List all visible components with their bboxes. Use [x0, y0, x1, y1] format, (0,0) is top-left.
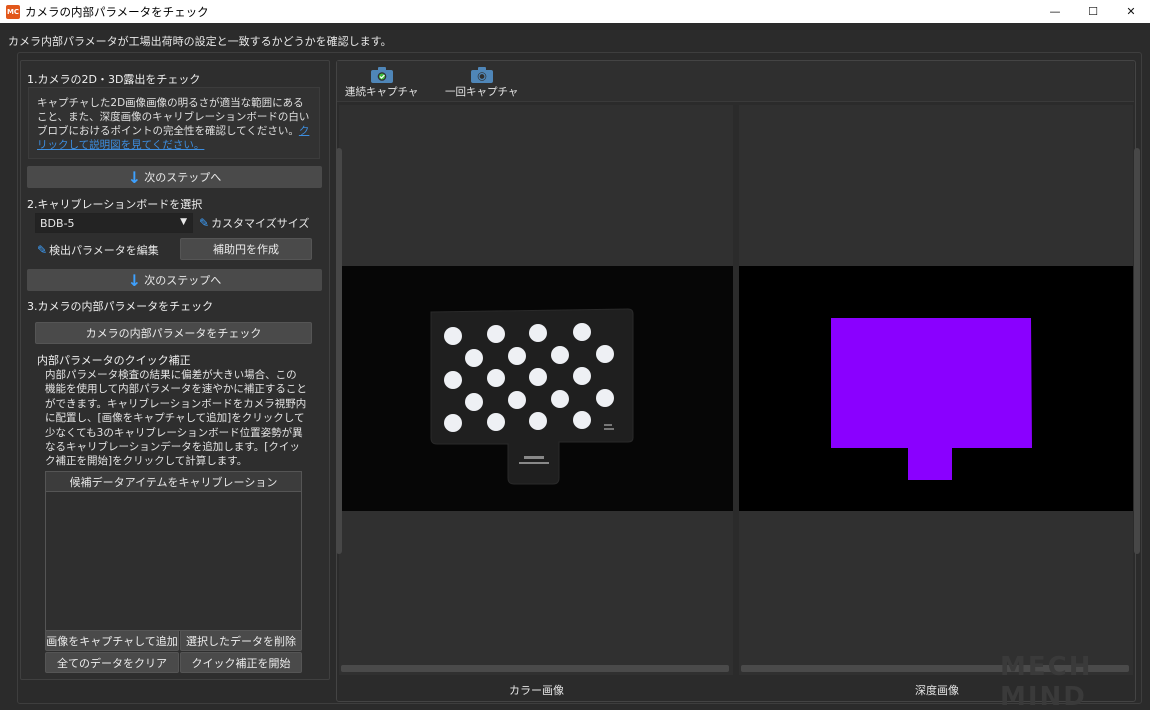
- arrow-down-icon: ↓: [127, 270, 142, 290]
- minimize-button[interactable]: —: [1036, 0, 1074, 23]
- color-image: [339, 266, 733, 511]
- single-capture-button[interactable]: 一回キャプチャ: [445, 66, 518, 99]
- depth-board-image: [739, 266, 1133, 511]
- depth-image-view[interactable]: [739, 105, 1133, 675]
- arrow-down-icon: ↓: [127, 167, 142, 187]
- custom-size-label: カスタマイズサイズ: [211, 217, 310, 230]
- edit-params-label: 検出パラメータを編集: [49, 244, 159, 257]
- next-step-button-2[interactable]: ↓ 次のステップへ: [27, 269, 322, 291]
- capture-toolbar: 連続キャプチャ 一回キャプチャ: [337, 61, 1134, 102]
- color-image-label: カラー画像: [509, 684, 564, 697]
- next-step-button-1[interactable]: ↓ 次のステップへ: [27, 166, 322, 188]
- continuous-capture-label: 連続キャプチャ: [345, 86, 419, 98]
- capture-add-button[interactable]: 画像をキャプチャして追加: [45, 630, 179, 651]
- calibration-board-image: [339, 266, 733, 511]
- depth-view-vscrollbar[interactable]: [1134, 148, 1140, 554]
- continuous-camera-icon: [370, 67, 393, 83]
- app-logo-icon: MC: [6, 4, 20, 19]
- single-capture-label: 一回キャプチャ: [445, 86, 519, 98]
- brand-watermark: MECH MIND: [1000, 652, 1093, 710]
- step1-title: 1.カメラの2D・3D露出をチェック: [27, 73, 201, 86]
- next-step-label: 次のステップへ: [144, 171, 222, 184]
- custom-size-button[interactable]: ✎ カスタマイズサイズ: [199, 215, 309, 231]
- quick-correction-title: 内部パラメータのクイック補正: [37, 354, 191, 367]
- camera-icon: [470, 67, 493, 83]
- maximize-button[interactable]: ☐: [1074, 0, 1112, 23]
- pencil-icon: ✎: [199, 216, 210, 230]
- pencil-icon: ✎: [37, 243, 48, 257]
- table-header: 候補データアイテムをキャリブレーション: [46, 472, 301, 492]
- window-title: カメラの内部パラメータをチェック: [25, 4, 209, 19]
- step2-title: 2.キャリブレーションボードを選択: [27, 198, 203, 211]
- color-view-hscrollbar[interactable]: [341, 665, 729, 672]
- create-aux-circle-button[interactable]: 補助円を作成: [180, 238, 312, 260]
- clear-all-button[interactable]: 全てのデータをクリア: [45, 652, 179, 673]
- start-quick-correction-button[interactable]: クイック補正を開始: [180, 652, 302, 673]
- calibration-data-table[interactable]: 候補データアイテムをキャリブレーション: [45, 471, 302, 631]
- depth-image: [739, 266, 1133, 511]
- chevron-down-icon: ▼: [180, 217, 187, 227]
- step1-text: キャプチャした2D画像画像の明るさが適当な範囲にあること、また、深度画像のキャリ…: [37, 97, 310, 137]
- check-intrinsics-button[interactable]: カメラの内部パラメータをチェック: [35, 322, 312, 344]
- board-select-value: BDB-5: [40, 216, 75, 230]
- quick-correction-text: 内部パラメータ検査の結果に偏差が大きい場合、この機能を使用して内部パラメータを速…: [45, 369, 307, 468]
- step1-info-box: キャプチャした2D画像画像の明るさが適当な範囲にあること、また、深度画像のキャリ…: [28, 87, 320, 159]
- window-controls: — ☐ ✕: [1036, 0, 1150, 23]
- step3-title: 3.カメラの内部パラメータをチェック: [27, 300, 214, 313]
- edit-detect-params-button[interactable]: ✎ 検出パラメータを編集: [37, 242, 159, 258]
- next-step-label: 次のステップへ: [144, 274, 222, 287]
- continuous-capture-button[interactable]: 連続キャプチャ: [345, 66, 418, 99]
- delete-selected-button[interactable]: 選択したデータを削除: [180, 630, 302, 651]
- depth-image-label: 深度画像: [915, 684, 959, 697]
- color-view-vscrollbar[interactable]: [336, 148, 342, 554]
- color-image-view[interactable]: [339, 105, 733, 675]
- board-select[interactable]: BDB-5 ▼: [35, 213, 193, 233]
- page-description: カメラ内部パラメータが工場出荷時の設定と一致するかどうかを確認します。: [8, 35, 392, 48]
- title-bar: MC カメラの内部パラメータをチェック — ☐ ✕: [0, 0, 1150, 23]
- close-button[interactable]: ✕: [1112, 0, 1150, 23]
